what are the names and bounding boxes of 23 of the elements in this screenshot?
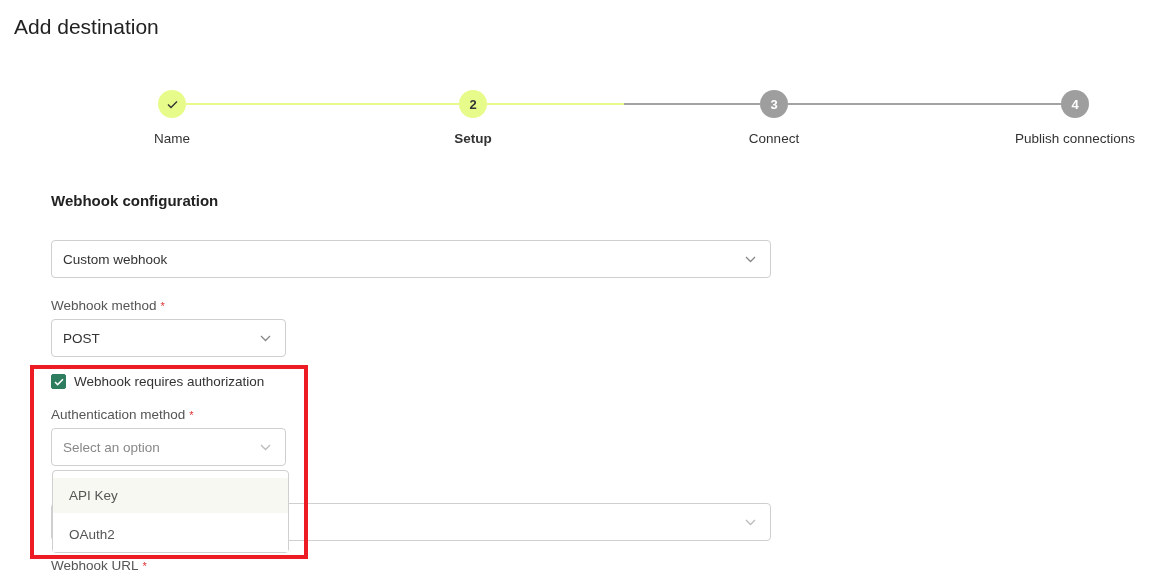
checkbox-label: Webhook requires authorization <box>74 374 265 389</box>
step-label[interactable]: Name <box>154 130 190 147</box>
section-title: Webhook configuration <box>51 192 219 210</box>
select-field[interactable]: Select an option <box>51 428 286 466</box>
chevron-down-icon <box>745 255 756 263</box>
field-label: Webhook URL * <box>51 558 147 574</box>
step-label[interactable]: Setup <box>454 130 492 147</box>
step-number-circle: 4 <box>1061 90 1089 118</box>
step-label[interactable]: Publish connections <box>1014 130 1136 147</box>
field-label: Webhook method * <box>51 298 165 314</box>
field-label: Authentication method * <box>51 407 194 423</box>
step-number-circle: 2 <box>459 90 487 118</box>
chevron-down-icon <box>260 334 271 342</box>
menu-option[interactable]: API Key <box>53 478 288 513</box>
step-number-circle: 3 <box>760 90 788 118</box>
select-field[interactable]: POST <box>51 319 286 357</box>
page-title: Add destination <box>14 14 159 40</box>
chevron-down-icon <box>745 518 756 526</box>
step-label[interactable]: Connect <box>748 130 800 147</box>
select-field[interactable]: Custom webhook <box>51 240 771 278</box>
checkbox[interactable] <box>51 374 66 389</box>
chevron-down-icon <box>260 443 271 451</box>
check-icon <box>166 99 178 109</box>
